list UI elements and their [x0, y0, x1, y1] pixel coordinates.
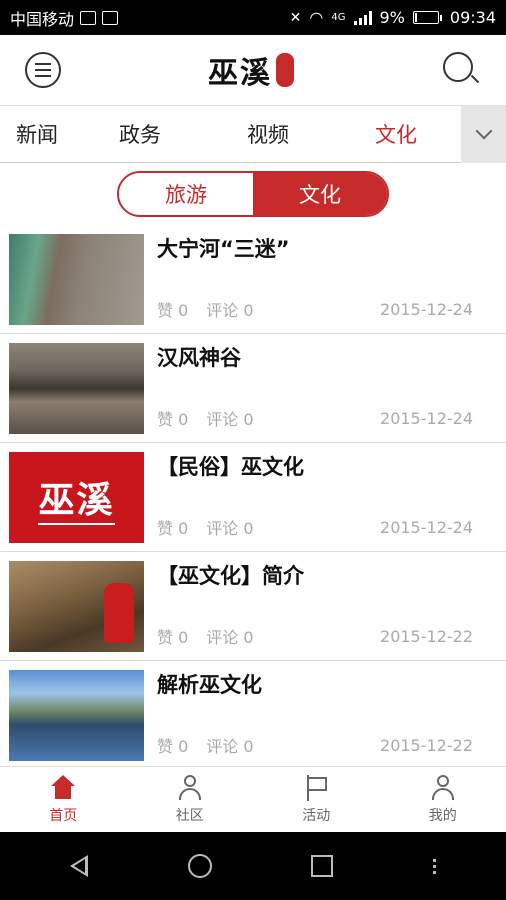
article-thumbnail — [9, 561, 144, 652]
like-count[interactable]: 赞 0 — [157, 297, 188, 321]
article-date: 2015-12-24 — [380, 408, 473, 428]
category-nav: 新闻 政务 视频 文化 — [0, 105, 506, 163]
thumbnail-logo-text: 巫溪 — [38, 471, 115, 525]
article-title: 汉风神谷 — [157, 346, 241, 370]
more-categories-button[interactable] — [461, 105, 506, 163]
status-bar: 中国移动 ✕ ◠ 4G 9% 09:34 — [0, 0, 506, 35]
sub-tab-culture[interactable]: 文化 — [253, 173, 387, 215]
tab-video[interactable]: 视频 — [204, 119, 332, 149]
bottom-nav: 首页 社区 活动 我的 — [0, 766, 506, 832]
tab-culture[interactable]: 文化 — [332, 119, 460, 149]
system-nav-bar — [0, 832, 506, 900]
clock: 09:34 — [449, 8, 496, 27]
signal-icon — [353, 10, 372, 25]
home-icon — [49, 774, 77, 801]
article-date: 2015-12-24 — [380, 299, 473, 319]
list-item[interactable]: 大宁河“三迷” 赞 0 评论 0 2015-12-24 — [0, 225, 506, 334]
wifi-icon: ◠ — [309, 8, 324, 27]
app-logo: 巫溪 — [208, 48, 294, 92]
logo-text: 巫溪 — [208, 56, 272, 91]
article-date: 2015-12-22 — [380, 626, 473, 646]
chevron-down-icon — [475, 122, 492, 140]
nav-activity[interactable]: 活动 — [253, 767, 380, 832]
article-title: 【民俗】巫文化 — [157, 455, 304, 479]
article-thumbnail — [9, 343, 144, 434]
logo-seal-icon — [276, 53, 294, 87]
mute-icon: ✕ — [289, 9, 302, 26]
comment-count[interactable]: 评论 0 — [206, 406, 253, 430]
sub-tab-travel[interactable]: 旅游 — [119, 173, 253, 215]
article-date: 2015-12-24 — [380, 517, 473, 537]
nav-home[interactable]: 首页 — [0, 767, 127, 832]
nav-mine[interactable]: 我的 — [380, 767, 506, 832]
more-vert-icon[interactable] — [433, 858, 437, 874]
image-icon — [102, 10, 119, 25]
user-icon — [429, 774, 457, 801]
network-label: 4G — [331, 12, 346, 23]
article-date: 2015-12-22 — [380, 735, 473, 755]
battery-icon — [412, 11, 442, 24]
article-thumbnail: 巫溪 — [9, 452, 144, 543]
nav-community-label: 社区 — [175, 807, 204, 824]
article-list: 大宁河“三迷” 赞 0 评论 0 2015-12-24 汉风神谷 赞 0 评论 … — [0, 225, 506, 770]
list-item[interactable]: 解析巫文化 赞 0 评论 0 2015-12-22 — [0, 661, 506, 770]
search-icon[interactable] — [441, 50, 481, 90]
article-title: 【巫文化】简介 — [157, 564, 304, 588]
sub-tabs-container: 旅游 文化 — [0, 163, 506, 225]
back-icon[interactable] — [69, 855, 88, 877]
comment-count[interactable]: 评论 0 — [206, 624, 253, 648]
article-title: 大宁河“三迷” — [157, 237, 290, 261]
nav-home-label: 首页 — [49, 807, 78, 824]
list-item[interactable]: 巫溪 【民俗】巫文化 赞 0 评论 0 2015-12-24 — [0, 443, 506, 552]
carrier-label: 中国移动 — [10, 9, 75, 29]
battery-percent: 9% — [379, 8, 405, 27]
list-item[interactable]: 【巫文化】简介 赞 0 评论 0 2015-12-22 — [0, 552, 506, 661]
comment-count[interactable]: 评论 0 — [206, 515, 253, 539]
article-thumbnail — [9, 670, 144, 761]
category-tabs: 新闻 政务 视频 文化 — [0, 119, 461, 149]
tab-government[interactable]: 政务 — [76, 119, 204, 149]
menu-icon[interactable] — [25, 52, 61, 88]
recent-apps-icon[interactable] — [311, 855, 334, 877]
home-circle-icon[interactable] — [187, 854, 212, 878]
like-count[interactable]: 赞 0 — [157, 406, 188, 430]
app-header: 巫溪 — [0, 35, 506, 106]
nav-mine-label: 我的 — [428, 807, 457, 824]
nav-activity-label: 活动 — [302, 807, 331, 824]
like-count[interactable]: 赞 0 — [157, 733, 188, 757]
comment-count[interactable]: 评论 0 — [206, 297, 253, 321]
comment-count[interactable]: 评论 0 — [206, 733, 253, 757]
like-count[interactable]: 赞 0 — [157, 624, 188, 648]
nav-community[interactable]: 社区 — [127, 767, 254, 832]
flag-icon — [302, 774, 330, 801]
tab-news[interactable]: 新闻 — [0, 119, 76, 149]
like-count[interactable]: 赞 0 — [157, 515, 188, 539]
list-item[interactable]: 汉风神谷 赞 0 评论 0 2015-12-24 — [0, 334, 506, 443]
article-title: 解析巫文化 — [157, 673, 262, 697]
user-icon — [176, 774, 204, 801]
sub-tabs: 旅游 文化 — [117, 171, 389, 217]
usb-icon — [80, 10, 97, 25]
article-thumbnail — [9, 234, 144, 325]
